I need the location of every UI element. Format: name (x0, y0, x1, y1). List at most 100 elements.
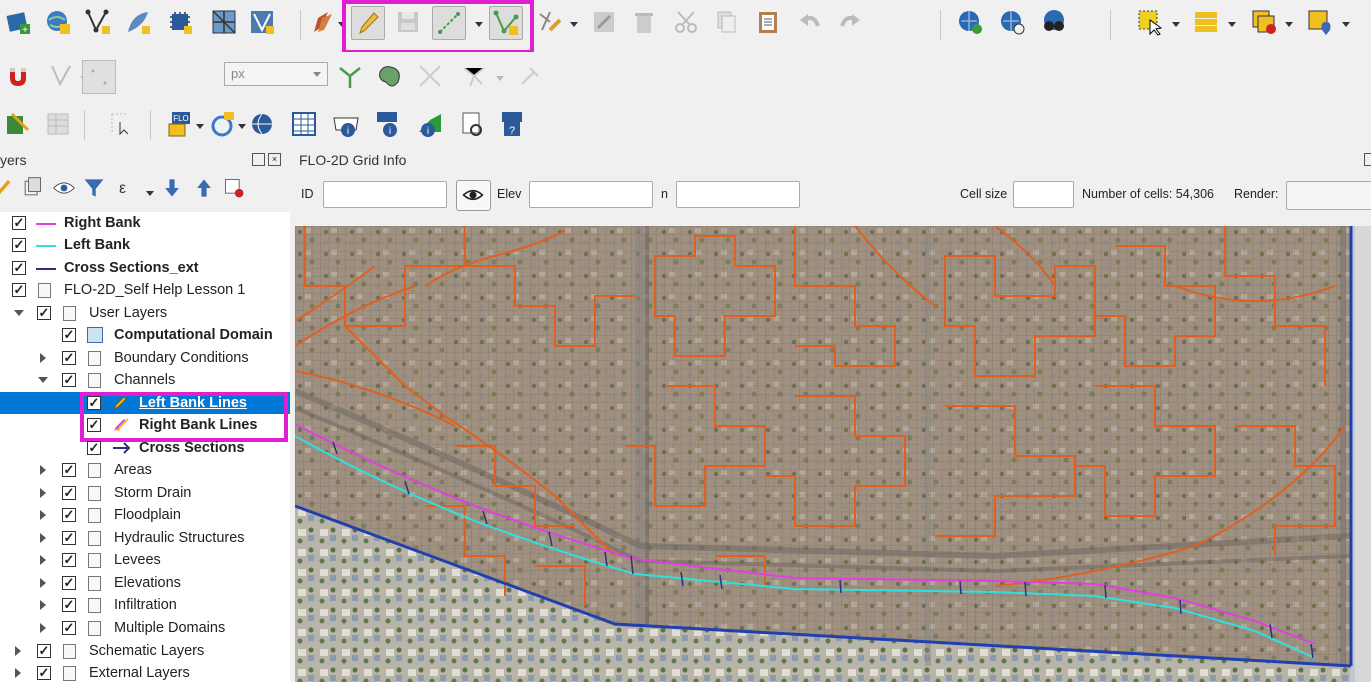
group-boundary-conditions[interactable]: ✓ Boundary Conditions (0, 347, 290, 369)
delete-selected-icon[interactable] (628, 6, 660, 38)
redo-icon[interactable] (834, 6, 866, 38)
group-elevations[interactable]: ✓ Elevations (0, 572, 290, 594)
filter-expression-icon[interactable]: ε (114, 176, 138, 200)
float-panel-icon[interactable] (252, 153, 265, 166)
expand-arrow-icon[interactable] (40, 353, 46, 363)
add-wfs-layer-icon[interactable] (996, 6, 1028, 38)
flo2d-profile-icon[interactable]: i (414, 108, 446, 140)
flo2d-help-icon[interactable]: ? (496, 108, 528, 140)
digitizing-options-icon[interactable] (534, 6, 566, 38)
feather-icon[interactable] (122, 6, 154, 38)
layer-checkbox[interactable]: ✓ (37, 644, 51, 658)
flo2d-globe-icon[interactable] (246, 108, 278, 140)
layer-checkbox[interactable]: ✓ (62, 621, 76, 635)
advanced-digitizing-icon[interactable] (458, 60, 490, 92)
polygon-vertex-icon[interactable] (246, 6, 278, 38)
identify-location-icon[interactable] (1304, 6, 1336, 38)
attribute-table-icon[interactable] (1190, 6, 1222, 38)
snapping-magnet-icon[interactable] (2, 60, 34, 92)
layer-checkbox[interactable]: ✓ (62, 486, 76, 500)
topology-icon[interactable] (334, 60, 366, 92)
expand-arrow-icon[interactable] (40, 578, 46, 588)
layer-checkbox[interactable]: ✓ (37, 666, 51, 680)
collapse-all-icon[interactable] (192, 176, 216, 200)
snap-vertex-icon[interactable] (46, 60, 78, 92)
globe-settings-icon[interactable] (42, 6, 74, 38)
layer-checkbox[interactable]: ✓ (62, 508, 76, 522)
group-external-layers[interactable]: ✓ External Layers (0, 662, 290, 682)
current-edits-icon[interactable] (306, 6, 338, 38)
group-infiltration[interactable]: ✓ Infiltration (0, 594, 290, 616)
map-canvas[interactable] (295, 226, 1371, 682)
flo2d-table-icon[interactable] (288, 108, 320, 140)
pointer-tool-icon[interactable] (104, 108, 136, 140)
tolerance-unit-select[interactable]: px (224, 62, 328, 86)
group-schematic-layers[interactable]: ✓ Schematic Layers (0, 640, 290, 662)
table-editor-icon[interactable] (42, 108, 74, 140)
layer-checkbox[interactable]: ✓ (12, 283, 26, 297)
layer-checkbox[interactable]: ✓ (12, 261, 26, 275)
grid-map-icon[interactable] (208, 6, 240, 38)
layer-checkbox[interactable]: ✓ (12, 238, 26, 252)
expand-arrow-icon[interactable] (40, 600, 46, 610)
close-panel-icon[interactable]: × (268, 153, 281, 166)
add-group-icon[interactable] (20, 176, 44, 200)
float-panel-icon[interactable] (1364, 153, 1371, 166)
layer-checkbox[interactable]: ✓ (62, 373, 76, 387)
layer-checkbox[interactable]: ✓ (62, 598, 76, 612)
filter-legend-icon[interactable] (82, 176, 106, 200)
remove-layer-icon[interactable] (222, 176, 246, 200)
select-features-icon[interactable] (1134, 6, 1166, 38)
group-multiple-domains[interactable]: ✓ Multiple Domains (0, 617, 290, 639)
n-input[interactable] (676, 181, 800, 208)
cell-size-input[interactable] (1013, 181, 1074, 208)
elev-input[interactable] (529, 181, 653, 208)
trace-disabled-icon[interactable] (414, 60, 446, 92)
expand-arrow-icon[interactable] (38, 377, 48, 383)
flo2d-grid-icon[interactable] (206, 108, 238, 140)
gds-tool-icon[interactable] (2, 108, 34, 140)
id-input[interactable] (323, 181, 447, 208)
layer-right-bank[interactable]: ✓ Right Bank (0, 212, 290, 234)
style-manager-icon[interactable] (0, 176, 16, 200)
visibility-eye-icon[interactable] (52, 176, 76, 200)
expand-arrow-icon[interactable] (14, 310, 24, 316)
snap-type-icon[interactable] (82, 60, 116, 94)
layer-checkbox[interactable]: ✓ (12, 216, 26, 230)
flo2d-info-icon[interactable]: i (330, 108, 362, 140)
layer-checkbox[interactable]: ✓ (62, 351, 76, 365)
flo2d-info2-icon[interactable]: i (372, 108, 404, 140)
group-channels[interactable]: ✓ Channels (0, 369, 290, 391)
layer-left-bank[interactable]: ✓ Left Bank (0, 234, 290, 256)
group-user-layers[interactable]: ✓ User Layers (0, 302, 290, 324)
layer-checkbox[interactable]: ✓ (62, 328, 76, 342)
layer-checkbox[interactable]: ✓ (62, 531, 76, 545)
group-storm-drain[interactable]: ✓ Storm Drain (0, 482, 290, 504)
add-wms-layer-icon[interactable] (954, 6, 986, 38)
map-scrollbar[interactable] (1355, 226, 1371, 682)
undo-icon[interactable] (794, 6, 826, 38)
snap-self-icon[interactable] (514, 60, 546, 92)
vertex-tool-icon[interactable] (82, 6, 114, 38)
expand-arrow-icon[interactable] (15, 646, 21, 656)
group-floodplain[interactable]: ✓ Floodplain (0, 504, 290, 526)
expand-arrow-icon[interactable] (40, 623, 46, 633)
grid-chip-icon[interactable] (164, 6, 196, 38)
layer-checkbox[interactable]: ✓ (62, 553, 76, 567)
group-hydraulic-structures[interactable]: ✓ Hydraulic Structures (0, 527, 290, 549)
paste-features-icon[interactable] (752, 6, 784, 38)
group-flo2d-project[interactable]: ✓ FLO-2D_Self Help Lesson 1 (0, 279, 290, 301)
copy-features-icon[interactable] (710, 6, 742, 38)
intersection-icon[interactable] (374, 60, 406, 92)
layer-cross-sections-ext[interactable]: ✓ Cross Sections_ext (0, 257, 290, 279)
eye-button[interactable] (456, 180, 491, 211)
new-project-icon[interactable]: + (2, 6, 34, 38)
group-levees[interactable]: ✓ Levees (0, 549, 290, 571)
layer-checkbox[interactable]: ✓ (62, 463, 76, 477)
modify-attributes-icon[interactable] (588, 6, 620, 38)
expand-all-icon[interactable] (160, 176, 184, 200)
layer-checkbox[interactable]: ✓ (62, 576, 76, 590)
flo2d-project-icon[interactable]: FLO (164, 108, 196, 140)
expand-arrow-icon[interactable] (40, 555, 46, 565)
layer-checkbox[interactable]: ✓ (37, 306, 51, 320)
